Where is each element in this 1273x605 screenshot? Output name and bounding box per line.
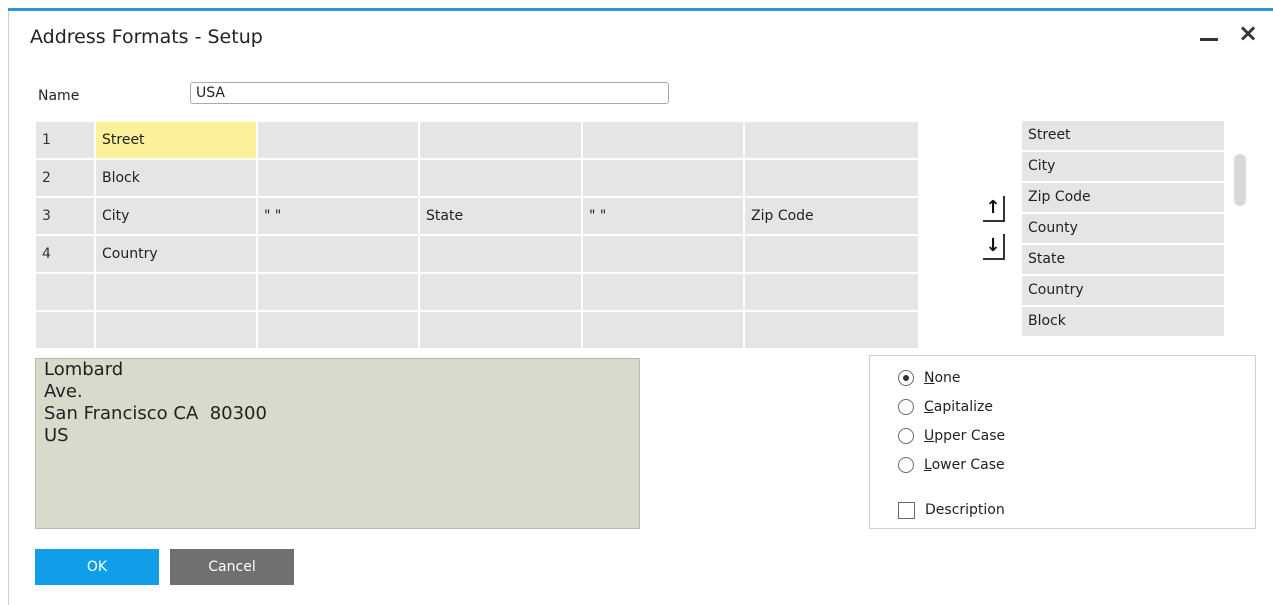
- arrow-up-icon: ↑: [985, 197, 1001, 218]
- grid-cell[interactable]: [256, 272, 420, 312]
- row-number: 4: [34, 234, 96, 274]
- grid-cell[interactable]: [418, 272, 583, 312]
- list-item[interactable]: City: [1022, 152, 1224, 181]
- grid-cell[interactable]: State: [418, 196, 583, 236]
- list-item[interactable]: Street: [1022, 121, 1224, 150]
- grid-cell[interactable]: Street: [94, 120, 258, 160]
- checkbox-label: Description: [925, 502, 1005, 518]
- available-fields-list: Street City Zip Code County State Countr…: [1022, 121, 1224, 338]
- row-number: 1: [34, 120, 96, 160]
- grid-cell[interactable]: Block: [94, 158, 258, 198]
- preview-line: San Francisco CA 80300: [44, 403, 267, 424]
- grid-cell[interactable]: [418, 234, 583, 274]
- grid-cell[interactable]: [743, 120, 920, 160]
- grid-row: [34, 310, 920, 350]
- window-title: Address Formats - Setup: [30, 26, 263, 48]
- list-item[interactable]: State: [1022, 245, 1224, 274]
- list-item[interactable]: Zip Code: [1022, 183, 1224, 212]
- radio-upper-case[interactable]: Upper Case: [898, 425, 1005, 447]
- grid-cell[interactable]: Zip Code: [743, 196, 920, 236]
- row-number: 3: [34, 196, 96, 236]
- preview-line: US: [44, 425, 69, 446]
- cancel-button[interactable]: Cancel: [170, 549, 294, 585]
- grid-cell[interactable]: [94, 310, 258, 350]
- name-input[interactable]: [190, 82, 669, 104]
- radio-label: Lower Case: [924, 457, 1005, 473]
- radio-none[interactable]: None: [898, 367, 961, 389]
- grid-cell[interactable]: City: [94, 196, 258, 236]
- list-item[interactable]: County: [1022, 214, 1224, 243]
- grid-cell[interactable]: [581, 272, 745, 312]
- row-number: [34, 272, 96, 312]
- grid-cell[interactable]: [581, 120, 745, 160]
- list-item[interactable]: Country: [1022, 276, 1224, 305]
- radio-selected-dot: [903, 375, 909, 381]
- grid-row: 1 Street: [34, 120, 920, 160]
- grid-cell[interactable]: [256, 310, 420, 350]
- close-icon[interactable]: ×: [1238, 20, 1258, 46]
- radio-button[interactable]: [898, 370, 914, 386]
- radio-label: Upper Case: [924, 428, 1006, 444]
- grid-row: 4 Country: [34, 234, 920, 274]
- minimize-icon[interactable]: [1200, 38, 1218, 41]
- radio-button[interactable]: [898, 457, 914, 473]
- preview-line: Ave.: [44, 381, 83, 402]
- grid-cell[interactable]: " ": [581, 196, 745, 236]
- radio-label: Capitalize: [924, 399, 993, 415]
- format-grid: 1 Street 2 Block 3 City " " State " " Zi…: [34, 120, 920, 350]
- case-options-panel: None Capitalize Upper Case Lower Case De…: [869, 355, 1256, 529]
- row-number: [34, 310, 96, 350]
- grid-cell[interactable]: [581, 158, 745, 198]
- grid-cell[interactable]: Country: [94, 234, 258, 274]
- ok-button[interactable]: OK: [35, 549, 159, 585]
- grid-cell[interactable]: [256, 120, 420, 160]
- grid-cell[interactable]: [256, 234, 420, 274]
- fields-scrollbar[interactable]: [1234, 154, 1246, 206]
- radio-button[interactable]: [898, 399, 914, 415]
- list-item[interactable]: Block: [1022, 307, 1224, 336]
- grid-row: 3 City " " State " " Zip Code: [34, 196, 920, 236]
- grid-cell[interactable]: [743, 310, 920, 350]
- grid-cell[interactable]: " ": [256, 196, 420, 236]
- description-checkbox[interactable]: [898, 501, 915, 519]
- radio-button[interactable]: [898, 428, 914, 444]
- arrow-down-icon: ↓: [985, 235, 1001, 256]
- grid-row: [34, 272, 920, 312]
- preview-line: Lombard: [44, 359, 124, 380]
- grid-cell[interactable]: [743, 158, 920, 198]
- row-number: 2: [34, 158, 96, 198]
- grid-cell[interactable]: [256, 158, 420, 198]
- description-checkbox-row[interactable]: Description: [898, 499, 1005, 521]
- grid-cell[interactable]: [418, 120, 583, 160]
- radio-label: None: [924, 370, 961, 386]
- grid-cell[interactable]: [743, 234, 920, 274]
- grid-row: 2 Block: [34, 158, 920, 198]
- window-left-border: [8, 11, 9, 605]
- grid-cell[interactable]: [418, 310, 583, 350]
- radio-capitalize[interactable]: Capitalize: [898, 396, 993, 418]
- radio-lower-case[interactable]: Lower Case: [898, 454, 1005, 476]
- grid-cell[interactable]: [581, 310, 745, 350]
- window-top-border: [8, 8, 1273, 11]
- move-down-button[interactable]: ↓: [983, 234, 1005, 260]
- grid-cell[interactable]: [94, 272, 258, 312]
- name-label: Name: [38, 88, 80, 104]
- move-up-button[interactable]: ↑: [983, 196, 1005, 222]
- grid-cell[interactable]: [581, 234, 745, 274]
- address-preview: Lombard Ave. San Francisco CA 80300 US: [35, 358, 640, 529]
- grid-cell[interactable]: [743, 272, 920, 312]
- grid-cell[interactable]: [418, 158, 583, 198]
